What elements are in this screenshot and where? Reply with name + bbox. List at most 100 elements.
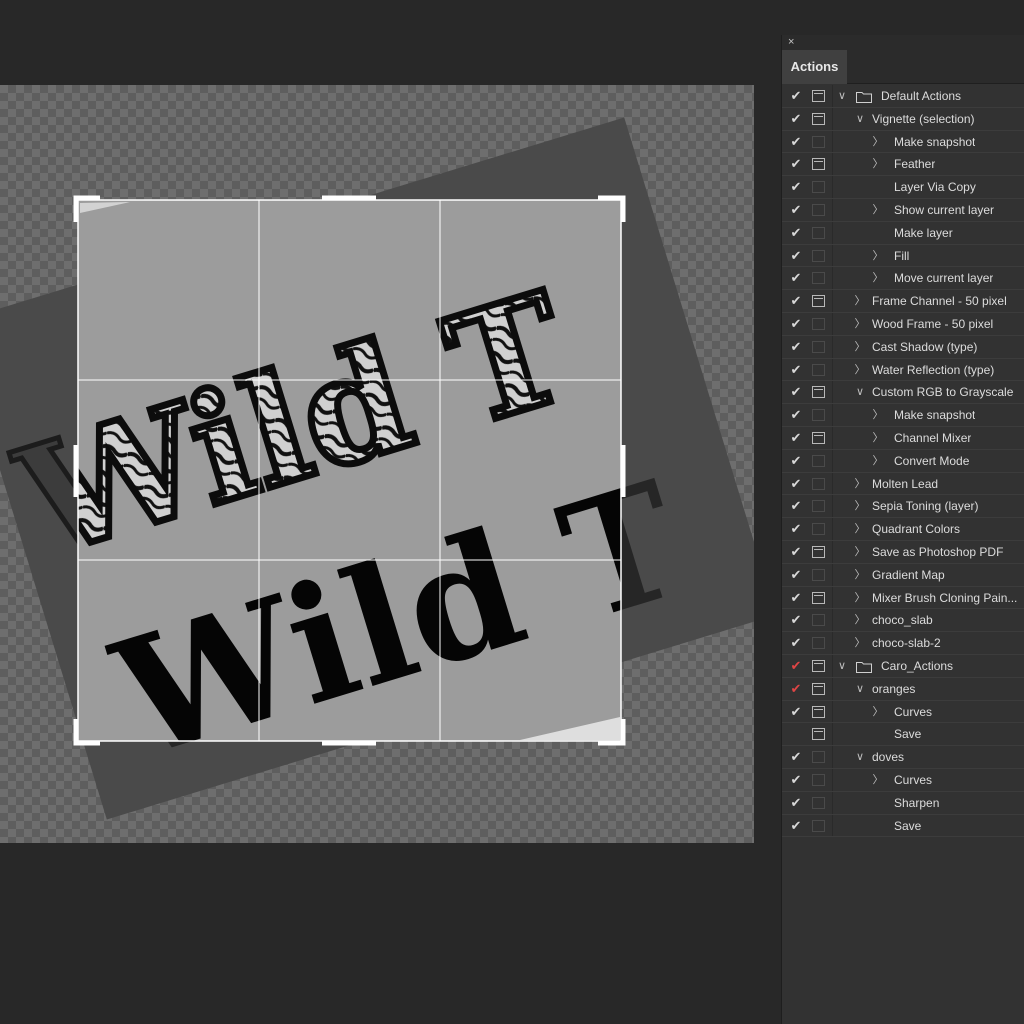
document-canvas[interactable]: Wild T Wild T Wild T Wild T — [0, 85, 754, 843]
action-row[interactable]: ✔ 〉 Show current layer — [782, 198, 1024, 222]
toggle-check-icon[interactable]: ✔ — [789, 590, 803, 606]
action-row[interactable]: ✔ ∨ Custom RGB to Grayscale — [782, 381, 1024, 405]
toggle-check-icon[interactable]: ✔ — [789, 612, 803, 628]
chevron-right-icon[interactable]: 〉 — [872, 248, 884, 264]
toggle-check-icon[interactable]: ✔ — [789, 453, 803, 469]
toggle-check-icon[interactable]: ✔ — [789, 339, 803, 355]
tab-actions[interactable]: Actions — [782, 50, 847, 84]
toggle-check-icon[interactable]: ✔ — [789, 384, 803, 400]
toggle-check-icon[interactable]: ✔ — [789, 270, 803, 286]
dialog-toggle-icon[interactable] — [812, 409, 825, 422]
toggle-check-icon[interactable]: ✔ — [789, 635, 803, 651]
chevron-right-icon[interactable]: 〉 — [872, 202, 884, 218]
toggle-check-icon[interactable]: ✔ — [789, 818, 803, 834]
action-row[interactable]: ✔ Make layer — [782, 221, 1024, 245]
chevron-right-icon[interactable]: 〉 — [872, 270, 884, 286]
toggle-check-icon[interactable]: ✔ — [789, 498, 803, 514]
action-row[interactable]: ✔ 〉 Gradient Map — [782, 563, 1024, 587]
action-row[interactable]: ✔ 〉 Wood Frame - 50 pixel — [782, 312, 1024, 336]
toggle-check-icon[interactable]: ✔ — [789, 795, 803, 811]
dialog-toggle-icon[interactable] — [812, 728, 825, 741]
action-row[interactable]: ✔ ∨ Caro_Actions — [782, 654, 1024, 678]
chevron-right-icon[interactable]: 〉 — [872, 772, 884, 788]
dialog-toggle-icon[interactable] — [812, 659, 825, 672]
toggle-check-icon[interactable]: ✔ — [789, 179, 803, 195]
action-row[interactable]: ✔ 〉 Mixer Brush Cloning Pain... — [782, 586, 1024, 610]
toggle-check-icon[interactable]: ✔ — [789, 772, 803, 788]
dialog-toggle-icon[interactable] — [812, 796, 825, 809]
action-row[interactable]: ✔ 〉 Make snapshot — [782, 404, 1024, 427]
canvas-artwork[interactable]: Wild T Wild T Wild T Wild T — [0, 85, 754, 843]
action-row[interactable]: ✔ Save — [782, 814, 1024, 838]
toggle-check-icon[interactable]: ✔ — [789, 111, 803, 127]
dialog-toggle-icon[interactable] — [812, 272, 825, 285]
toggle-check-icon[interactable]: ✔ — [789, 407, 803, 423]
chevron-right-icon[interactable]: 〉 — [872, 407, 884, 423]
chevron-right-icon[interactable]: 〉 — [872, 430, 884, 446]
chevron-right-icon[interactable]: 〉 — [872, 453, 884, 469]
action-row[interactable]: ✔ 〉 Molten Lead — [782, 472, 1024, 496]
toggle-check-icon[interactable] — [789, 726, 803, 742]
action-row[interactable]: ✔ ∨ oranges — [782, 677, 1024, 701]
toggle-check-icon[interactable]: ✔ — [789, 156, 803, 172]
dialog-toggle-icon[interactable] — [812, 545, 825, 558]
dialog-toggle-icon[interactable] — [812, 317, 825, 330]
dialog-toggle-icon[interactable] — [812, 523, 825, 536]
dialog-toggle-icon[interactable] — [812, 386, 825, 399]
chevron-down-icon[interactable]: ∨ — [836, 88, 848, 104]
action-row[interactable]: ✔ 〉 Quadrant Colors — [782, 518, 1024, 541]
toggle-check-icon[interactable]: ✔ — [789, 202, 803, 218]
toggle-check-icon[interactable]: ✔ — [789, 134, 803, 150]
canvas-area[interactable]: Wild T Wild T Wild T Wild T — [0, 0, 780, 1024]
dialog-toggle-icon[interactable] — [812, 340, 825, 353]
action-row[interactable]: ✔ ∨ Vignette (selection) — [782, 107, 1024, 131]
dialog-toggle-icon[interactable] — [812, 705, 825, 718]
chevron-right-icon[interactable]: 〉 — [854, 339, 866, 355]
chevron-right-icon[interactable]: 〉 — [854, 521, 866, 537]
dialog-toggle-icon[interactable] — [812, 500, 825, 513]
action-row[interactable]: ✔ 〉 Cast Shadow (type) — [782, 335, 1024, 359]
dialog-toggle-icon[interactable] — [812, 431, 825, 444]
dialog-toggle-icon[interactable] — [812, 203, 825, 216]
toggle-check-icon[interactable]: ✔ — [789, 544, 803, 560]
action-row[interactable]: ✔ 〉 Sepia Toning (layer) — [782, 495, 1024, 519]
chevron-right-icon[interactable]: 〉 — [872, 704, 884, 720]
chevron-right-icon[interactable]: 〉 — [854, 544, 866, 560]
chevron-right-icon[interactable]: 〉 — [854, 635, 866, 651]
action-row[interactable]: ✔ 〉 Frame Channel - 50 pixel — [782, 290, 1024, 313]
chevron-down-icon[interactable]: ∨ — [854, 681, 866, 697]
action-row[interactable]: ✔ 〉 Channel Mixer — [782, 426, 1024, 450]
chevron-right-icon[interactable]: 〉 — [854, 567, 866, 583]
chevron-down-icon[interactable]: ∨ — [836, 658, 848, 674]
dialog-toggle-icon[interactable] — [812, 591, 825, 604]
toggle-check-icon[interactable]: ✔ — [789, 225, 803, 241]
chevron-down-icon[interactable]: ∨ — [854, 749, 866, 765]
toggle-check-icon[interactable]: ✔ — [789, 521, 803, 537]
dialog-toggle-icon[interactable] — [812, 751, 825, 764]
action-row[interactable]: ✔ Sharpen — [782, 791, 1024, 815]
toggle-check-icon[interactable]: ✔ — [789, 567, 803, 583]
action-row[interactable]: ✔ 〉 Fill — [782, 244, 1024, 268]
toggle-check-icon[interactable]: ✔ — [789, 681, 803, 697]
chevron-right-icon[interactable]: 〉 — [854, 590, 866, 606]
action-row[interactable]: ✔ 〉 Curves — [782, 700, 1024, 724]
toggle-check-icon[interactable]: ✔ — [789, 248, 803, 264]
dialog-toggle-icon[interactable] — [812, 454, 825, 467]
dialog-toggle-icon[interactable] — [812, 773, 825, 786]
close-icon[interactable]: × — [788, 36, 794, 49]
dialog-toggle-icon[interactable] — [812, 181, 825, 194]
toggle-check-icon[interactable]: ✔ — [789, 362, 803, 378]
dialog-toggle-icon[interactable] — [812, 819, 825, 832]
toggle-check-icon[interactable]: ✔ — [789, 704, 803, 720]
action-row[interactable]: ✔ 〉 Feather — [782, 153, 1024, 177]
action-row[interactable]: ✔ 〉 Make snapshot — [782, 130, 1024, 154]
action-row[interactable]: ✔ Layer Via Copy — [782, 176, 1024, 199]
dialog-toggle-icon[interactable] — [812, 295, 825, 308]
dialog-toggle-icon[interactable] — [812, 112, 825, 125]
toggle-check-icon[interactable]: ✔ — [789, 316, 803, 332]
dialog-toggle-icon[interactable] — [812, 226, 825, 239]
chevron-right-icon[interactable]: 〉 — [854, 612, 866, 628]
dialog-toggle-icon[interactable] — [812, 477, 825, 490]
toggle-check-icon[interactable]: ✔ — [789, 749, 803, 765]
chevron-right-icon[interactable]: 〉 — [854, 316, 866, 332]
